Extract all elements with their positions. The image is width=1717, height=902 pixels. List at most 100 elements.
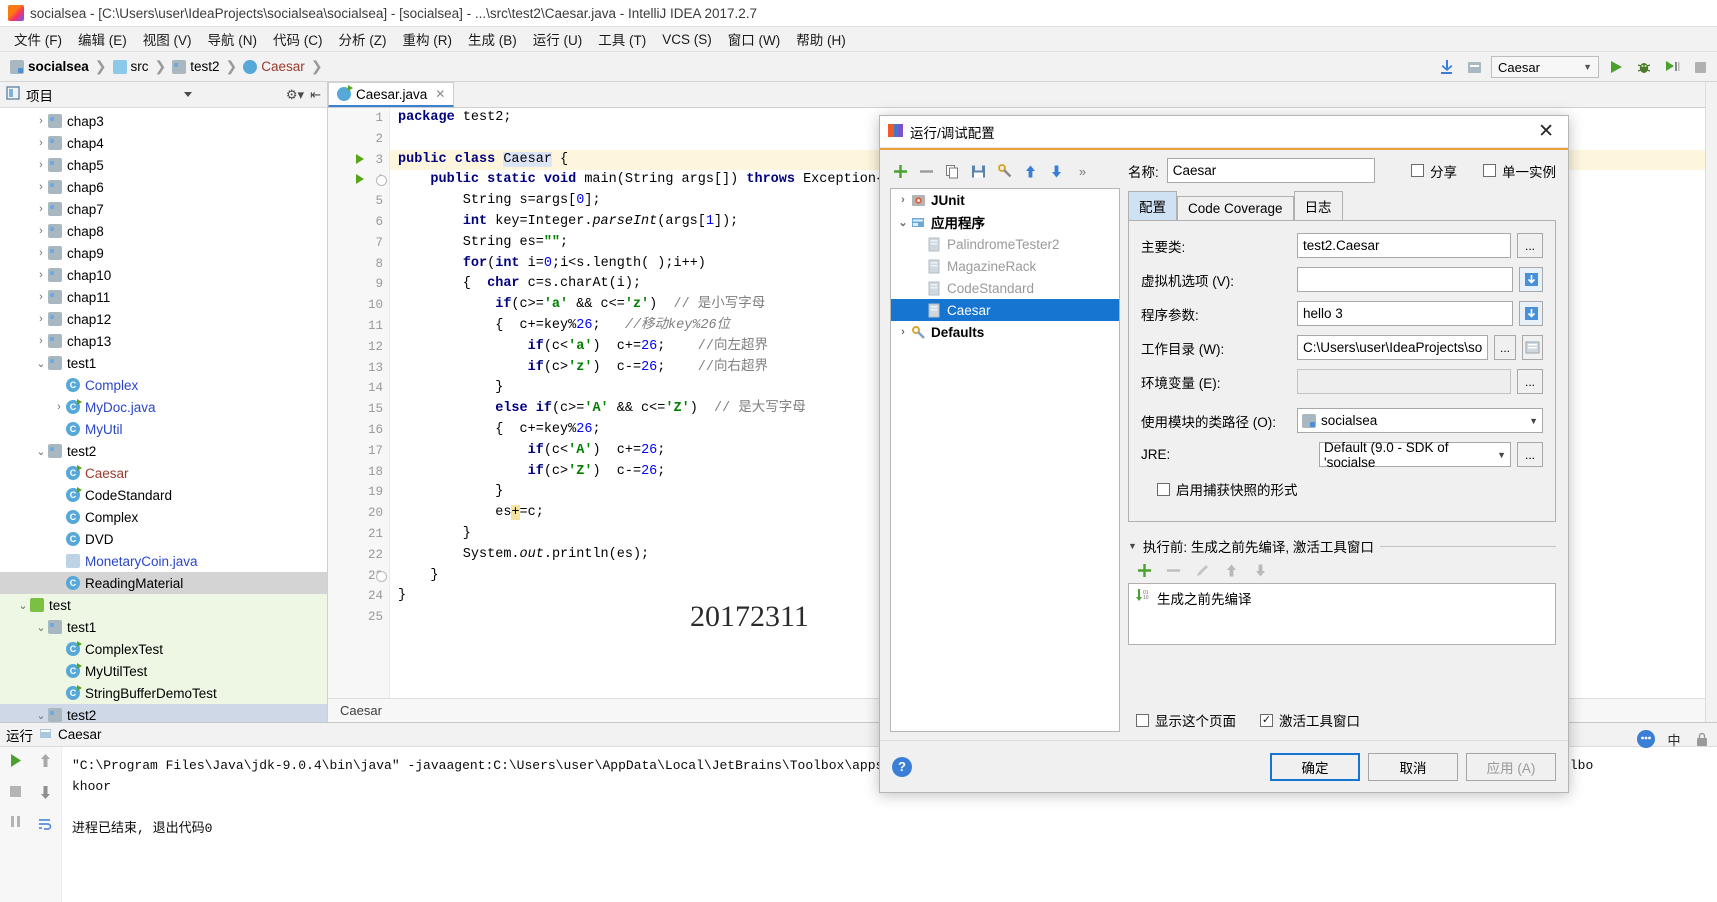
chevron-right-icon[interactable]: ›: [34, 225, 48, 237]
more-icon[interactable]: »: [1074, 163, 1091, 180]
chevron-down-icon[interactable]: ⌄: [34, 621, 48, 634]
feedback-icon[interactable]: [1635, 728, 1657, 750]
remove-icon[interactable]: [918, 163, 935, 180]
tree-item-complextest[interactable]: C ComplexTest: [0, 638, 327, 660]
menu-item-7[interactable]: 生成 (B): [460, 27, 525, 51]
tree-item-myutil[interactable]: C MyUtil: [0, 418, 327, 440]
tree-item-chap5[interactable]: › chap5: [0, 154, 327, 176]
move-down-icon[interactable]: [1048, 163, 1065, 180]
single-instance-checkbox[interactable]: [1483, 164, 1496, 177]
activate-toolwindow-checkbox-row[interactable]: 激活工具窗口: [1260, 710, 1360, 730]
tree-item-chap7[interactable]: › chap7: [0, 198, 327, 220]
menu-item-5[interactable]: 分析 (Z): [331, 27, 395, 51]
apply-button[interactable]: 应用 (A): [1466, 752, 1556, 781]
fold-icon[interactable]: [376, 175, 387, 187]
share-checkbox-row[interactable]: 分享: [1411, 161, 1457, 181]
chevron-down-icon[interactable]: [183, 92, 192, 97]
stop-button[interactable]: [1689, 56, 1711, 78]
chevron-down-icon[interactable]: ⌄: [16, 599, 30, 612]
field-input[interactable]: hello 3: [1297, 301, 1513, 326]
chevron-right-icon[interactable]: ›: [34, 203, 48, 215]
tree-item-complex[interactable]: C Complex: [0, 374, 327, 396]
chevron-down-icon[interactable]: ⌄: [34, 357, 48, 370]
run-with-coverage-button[interactable]: [1661, 56, 1683, 78]
config-tree-item--[interactable]: ⌄ 应用程序: [891, 211, 1119, 233]
chevron-right-icon[interactable]: ›: [34, 313, 48, 325]
insert-macro-button[interactable]: [1521, 335, 1543, 360]
collapse-triangle-icon[interactable]: ▼: [1128, 541, 1137, 551]
tree-item-readingmaterial[interactable]: C ReadingMaterial: [0, 572, 327, 594]
editor-tab-caesar[interactable]: Caesar.java ✕: [328, 82, 455, 107]
tree-item-test2[interactable]: ⌄ test2: [0, 704, 327, 722]
stop-button[interactable]: [9, 785, 22, 801]
chevron-right-icon[interactable]: ›: [895, 194, 911, 206]
chevron-right-icon[interactable]: ›: [52, 401, 66, 413]
tree-item-test1[interactable]: ⌄ test1: [0, 616, 327, 638]
chevron-right-icon[interactable]: ›: [34, 159, 48, 171]
ok-button[interactable]: 确定: [1270, 752, 1360, 781]
field-input[interactable]: [1297, 267, 1513, 292]
download-updates-icon[interactable]: [1435, 56, 1457, 78]
chevron-right-icon[interactable]: ›: [34, 115, 48, 127]
tree-item-myutiltest[interactable]: C MyUtilTest: [0, 660, 327, 682]
config-tree-item-junit[interactable]: › JUnit: [891, 189, 1119, 211]
config-tab--[interactable]: 配置: [1128, 191, 1177, 220]
fold-icon[interactable]: [376, 570, 387, 582]
rerun-button[interactable]: [8, 753, 23, 771]
configuration-tree[interactable]: › JUnit ⌄ 应用程序 PalindromeTester2 MagazineRack…: [890, 188, 1120, 732]
breadcrumb-item-caesar[interactable]: Caesar: [241, 58, 307, 75]
config-tree-item-caesar[interactable]: Caesar: [891, 299, 1119, 321]
jre-browse-button[interactable]: ...: [1517, 442, 1543, 467]
tree-item-chap12[interactable]: › chap12: [0, 308, 327, 330]
chevron-right-icon[interactable]: ›: [34, 247, 48, 259]
before-launch-header[interactable]: ▼ 执行前: 生成之前先编译, 激活工具窗口: [1128, 536, 1556, 556]
tree-item-chap9[interactable]: › chap9: [0, 242, 327, 264]
config-tree-item-magazinerack[interactable]: MagazineRack: [891, 255, 1119, 277]
add-icon[interactable]: [1136, 562, 1153, 579]
browse-button[interactable]: ...: [1517, 233, 1543, 258]
move-up-icon[interactable]: [1223, 562, 1240, 579]
chevron-right-icon[interactable]: ›: [34, 181, 48, 193]
chevron-right-icon[interactable]: ›: [895, 326, 911, 338]
chevron-right-icon[interactable]: ›: [34, 137, 48, 149]
soft-wrap-icon[interactable]: [38, 817, 53, 835]
menu-item-6[interactable]: 重构 (R): [395, 27, 461, 51]
field-input[interactable]: C:\Users\user\IdeaProjects\so: [1297, 335, 1489, 360]
close-icon[interactable]: ✕: [1532, 122, 1560, 141]
share-checkbox[interactable]: [1411, 164, 1424, 177]
chevron-down-icon[interactable]: ⌄: [34, 709, 48, 722]
activate-toolwindow-checkbox[interactable]: [1260, 713, 1273, 727]
jre-select[interactable]: Default (9.0 - SDK of 'socialse ▼: [1319, 440, 1511, 470]
collapse-panel-icon[interactable]: ⇤: [310, 87, 321, 103]
tree-item-chap11[interactable]: › chap11: [0, 286, 327, 308]
tree-item-test[interactable]: ⌄ test: [0, 594, 327, 616]
scroll-up-icon[interactable]: [39, 753, 52, 771]
tree-item-dvd[interactable]: C DVD: [0, 528, 327, 550]
breadcrumb-item-test2[interactable]: test2: [170, 58, 221, 75]
tree-item-test2[interactable]: ⌄ test2: [0, 440, 327, 462]
tree-item-chap10[interactable]: › chap10: [0, 264, 327, 286]
snapshot-checkbox[interactable]: [1157, 482, 1170, 496]
help-icon[interactable]: ?: [892, 756, 912, 777]
remove-icon[interactable]: [1165, 562, 1182, 579]
tree-item-mydoc-java[interactable]: › C MyDoc.java: [0, 396, 327, 418]
pause-button[interactable]: [9, 815, 22, 831]
browse-button[interactable]: ...: [1517, 369, 1543, 394]
run-tab-label[interactable]: Caesar: [58, 727, 102, 742]
run-button[interactable]: [1605, 56, 1627, 78]
browse-button[interactable]: ...: [1494, 335, 1516, 360]
config-tree-item-defaults[interactable]: › Defaults: [891, 321, 1119, 343]
config-tree-item-palindrometester2[interactable]: PalindromeTester2: [891, 233, 1119, 255]
scroll-down-icon[interactable]: [39, 785, 52, 803]
before-launch-list[interactable]: 01 10 生成之前先编译: [1128, 583, 1556, 645]
move-up-icon[interactable]: [1022, 163, 1039, 180]
tree-item-chap3[interactable]: › chap3: [0, 110, 327, 132]
move-down-icon[interactable]: [1252, 562, 1269, 579]
tree-item-codestandard[interactable]: C CodeStandard: [0, 484, 327, 506]
tree-item-caesar[interactable]: C Caesar: [0, 462, 327, 484]
gear-icon[interactable]: ⚙▾: [286, 87, 304, 103]
menu-item-9[interactable]: 工具 (T): [590, 27, 654, 51]
config-tab--[interactable]: 日志: [1293, 191, 1343, 220]
chevron-right-icon[interactable]: ›: [34, 291, 48, 303]
tree-item-test1[interactable]: ⌄ test1: [0, 352, 327, 374]
